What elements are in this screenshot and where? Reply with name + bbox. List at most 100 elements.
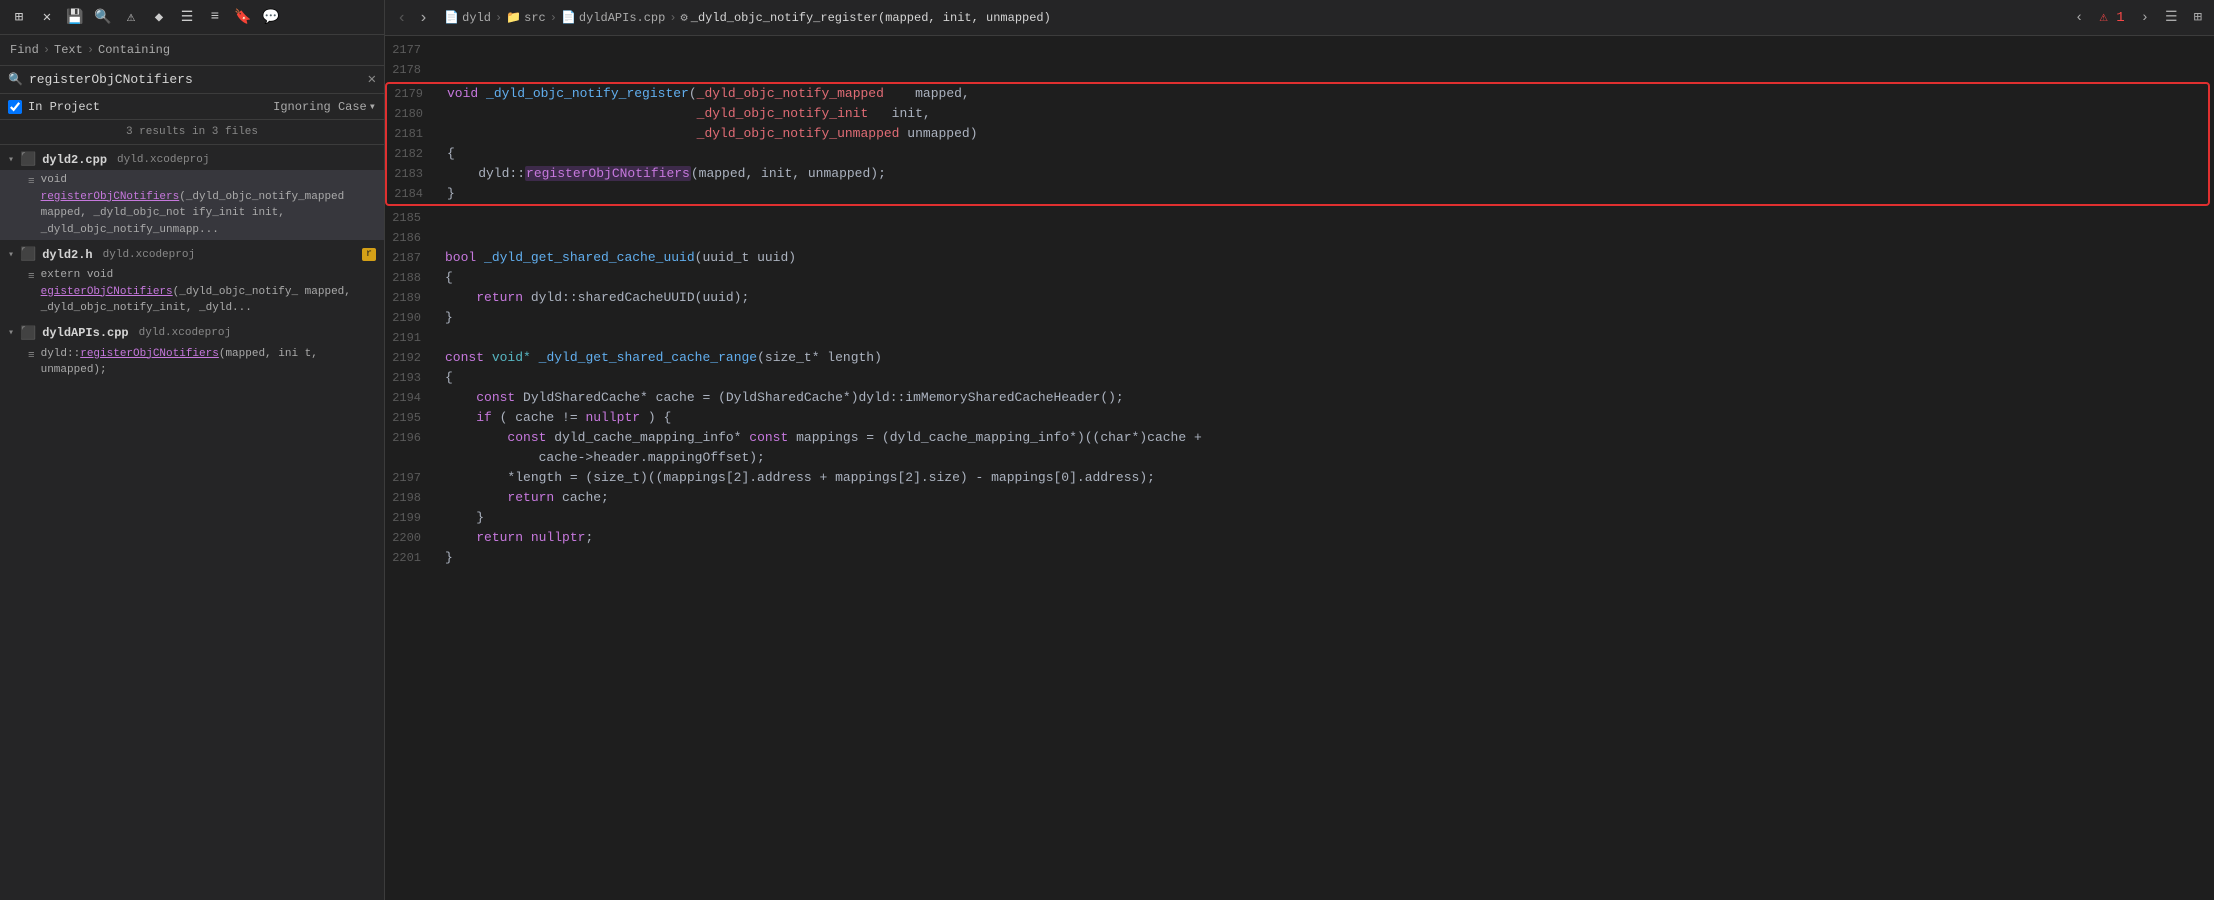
code-line: 2193 {: [385, 368, 2214, 388]
code-line: 2194 const DyldSharedCache* cache = (Dyl…: [385, 388, 2214, 408]
save-icon[interactable]: 💾: [64, 6, 86, 28]
chevron-icon: ▾: [8, 154, 14, 166]
code-line: 2200 return nullptr;: [385, 528, 2214, 548]
code-line: 2180 _dyld_objc_notify_init init,: [387, 104, 2208, 124]
breadcrumb-sep-1: ›: [43, 43, 50, 57]
code-line: 2188 {: [385, 268, 2214, 288]
result-item[interactable]: ≡ dyld::registerObjCNotifiers(mapped, in…: [0, 344, 384, 381]
result-text: dyld::registerObjCNotifiers(mapped, ini …: [41, 346, 376, 379]
filename-dyld2-cpp: dyld2.cpp: [42, 153, 107, 167]
breadcrumb-text[interactable]: Text: [54, 43, 83, 57]
project-name-3: dyld.xcodeproj: [139, 327, 231, 339]
results-count: 3 results in 3 files: [0, 120, 384, 145]
scope-label: In Project: [28, 100, 100, 114]
code-line: 2182 {: [387, 144, 2208, 164]
code-line: 2184 }: [387, 184, 2208, 204]
search-icon-small: 🔍: [8, 72, 23, 87]
breadcrumb-containing[interactable]: Containing: [98, 43, 170, 57]
menu-icon[interactable]: ☰: [176, 6, 198, 28]
bookmark-icon[interactable]: 🔖: [232, 6, 254, 28]
settings-button[interactable]: ☰: [2161, 7, 2182, 28]
project-name-1: dyld.xcodeproj: [117, 154, 209, 166]
case-dropdown[interactable]: Ignoring Case ▾: [273, 99, 376, 114]
code-line: 2191: [385, 328, 2214, 348]
result-item[interactable]: ≡ void registerObjCNotifiers(_dyld_objc_…: [0, 170, 384, 240]
code-line: 2198 return cache;: [385, 488, 2214, 508]
error-badge[interactable]: ⚠ 1: [2095, 7, 2128, 28]
code-line: 2201 }: [385, 548, 2214, 568]
nav-next-button[interactable]: ›: [2137, 8, 2153, 28]
bc-dyld[interactable]: 📄 dyld: [444, 10, 491, 25]
list-icon[interactable]: ≡: [204, 6, 226, 28]
search-input[interactable]: [29, 72, 362, 87]
search-row: 🔍 ✕: [0, 66, 384, 94]
filename-dyldapis-cpp: dyldAPIs.cpp: [42, 326, 128, 340]
in-project-checkbox[interactable]: [8, 100, 22, 114]
code-line: cache->header.mappingOffset);: [385, 448, 2214, 468]
search-icon[interactable]: 🔍: [92, 6, 114, 28]
code-line: 2197 *length = (size_t)((mappings[2].add…: [385, 468, 2214, 488]
chevron-icon: ▾: [8, 249, 14, 261]
cpp-file-icon-2: ⬛: [20, 326, 36, 341]
bc-fn-icon: ⚙: [681, 10, 688, 25]
bc-function[interactable]: ⚙ _dyld_objc_notify_register(mapped, ini…: [681, 10, 1051, 25]
breadcrumb: Find › Text › Containing: [0, 35, 384, 66]
bc-src[interactable]: 📁 src: [506, 10, 546, 25]
file-group-dyld2-h: ▾ ⬛ dyld2.h dyld.xcodeproj r ≡ extern vo…: [0, 244, 384, 319]
back-button[interactable]: ‹: [393, 9, 411, 27]
code-line: 2179 void _dyld_objc_notify_register(_dy…: [387, 84, 2208, 104]
grid-icon[interactable]: ⊞: [8, 6, 30, 28]
code-line: 2183 dyld::registerObjCNotifiers(mapped,…: [387, 164, 2208, 184]
clear-button[interactable]: ✕: [368, 73, 376, 87]
code-editor: 2177 2178 2179 void _dyld_objc_notify_re…: [385, 36, 2214, 900]
result-icon: ≡: [28, 348, 35, 365]
highlighted-block: 2179 void _dyld_objc_notify_register(_dy…: [385, 82, 2210, 206]
badge: r: [362, 248, 376, 261]
result-text: void registerObjCNotifiers(_dyld_objc_no…: [41, 172, 376, 238]
filename-dyld2-h: dyld2.h: [42, 248, 92, 262]
results-list: ▾ ⬛ dyld2.cpp dyld.xcodeproj ≡ void regi…: [0, 145, 384, 900]
editor-breadcrumb: 📄 dyld › 📁 src › 📄 dyldAPIs.cpp › ⚙ _dyl…: [436, 10, 2067, 25]
result-icon: ≡: [28, 174, 35, 191]
bc-dyld-icon: 📄: [444, 10, 459, 25]
file-header-dyld2-h[interactable]: ▾ ⬛ dyld2.h dyld.xcodeproj r: [0, 244, 384, 265]
code-line: 2181 _dyld_objc_notify_unmapped unmapped…: [387, 124, 2208, 144]
code-line: 2195 if ( cache != nullptr ) {: [385, 408, 2214, 428]
result-item[interactable]: ≡ extern void egisterObjCNotifiers(_dyld…: [0, 265, 384, 319]
tab-bar: ‹ › 📄 dyld › 📁 src › 📄 dyldAPIs.cpp › ⚙ …: [385, 0, 2214, 36]
code-line: 2189 return dyld::sharedCacheUUID(uuid);: [385, 288, 2214, 308]
code-line: 2199 }: [385, 508, 2214, 528]
scope-row: In Project Ignoring Case ▾: [0, 94, 384, 120]
file-header-dyldapis-cpp[interactable]: ▾ ⬛ dyldAPIs.cpp dyld.xcodeproj: [0, 323, 384, 344]
toolbar: ⊞ ✕ 💾 🔍 ⚠ ◆ ☰ ≡ 🔖 💬: [0, 0, 384, 35]
project-name-2: dyld.xcodeproj: [103, 249, 195, 261]
code-line: 2178: [385, 60, 2214, 80]
code-line: 2196 const dyld_cache_mapping_info* cons…: [385, 428, 2214, 448]
left-panel: ⊞ ✕ 💾 🔍 ⚠ ◆ ☰ ≡ 🔖 💬 Find › Text › Contai…: [0, 0, 385, 900]
nav-prev-button[interactable]: ‹: [2071, 8, 2087, 28]
file-group-dyldapis-cpp: ▾ ⬛ dyldAPIs.cpp dyld.xcodeproj ≡ dyld::…: [0, 323, 384, 381]
code-line: 2192 const void* _dyld_get_shared_cache_…: [385, 348, 2214, 368]
code-line: 2177: [385, 40, 2214, 60]
chevron-icon: ▾: [8, 327, 14, 339]
warning-icon[interactable]: ⚠: [120, 6, 142, 28]
result-icon: ≡: [28, 269, 35, 286]
file-group-dyld2-cpp: ▾ ⬛ dyld2.cpp dyld.xcodeproj ≡ void regi…: [0, 149, 384, 240]
code-line: 2186: [385, 228, 2214, 248]
bc-file[interactable]: 📄 dyldAPIs.cpp: [561, 10, 665, 25]
breadcrumb-find[interactable]: Find: [10, 43, 39, 57]
close-icon[interactable]: ✕: [36, 6, 58, 28]
split-button[interactable]: ⊞: [2190, 7, 2206, 28]
bc-file-icon: 📄: [561, 10, 576, 25]
breadcrumb-sep-2: ›: [87, 43, 94, 57]
forward-button[interactable]: ›: [415, 9, 433, 27]
result-text: extern void egisterObjCNotifiers(_dyld_o…: [41, 267, 376, 317]
h-file-icon: ⬛: [20, 247, 36, 262]
right-panel: ‹ › 📄 dyld › 📁 src › 📄 dyldAPIs.cpp › ⚙ …: [385, 0, 2214, 900]
code-line: 2190 }: [385, 308, 2214, 328]
cpp-file-icon: ⬛: [20, 152, 36, 167]
comment-icon[interactable]: 💬: [260, 6, 282, 28]
diamond-icon[interactable]: ◆: [148, 6, 170, 28]
file-header-dyld2-cpp[interactable]: ▾ ⬛ dyld2.cpp dyld.xcodeproj: [0, 149, 384, 170]
header-actions: ‹ ⚠ 1 › ☰ ⊞: [2071, 7, 2206, 28]
